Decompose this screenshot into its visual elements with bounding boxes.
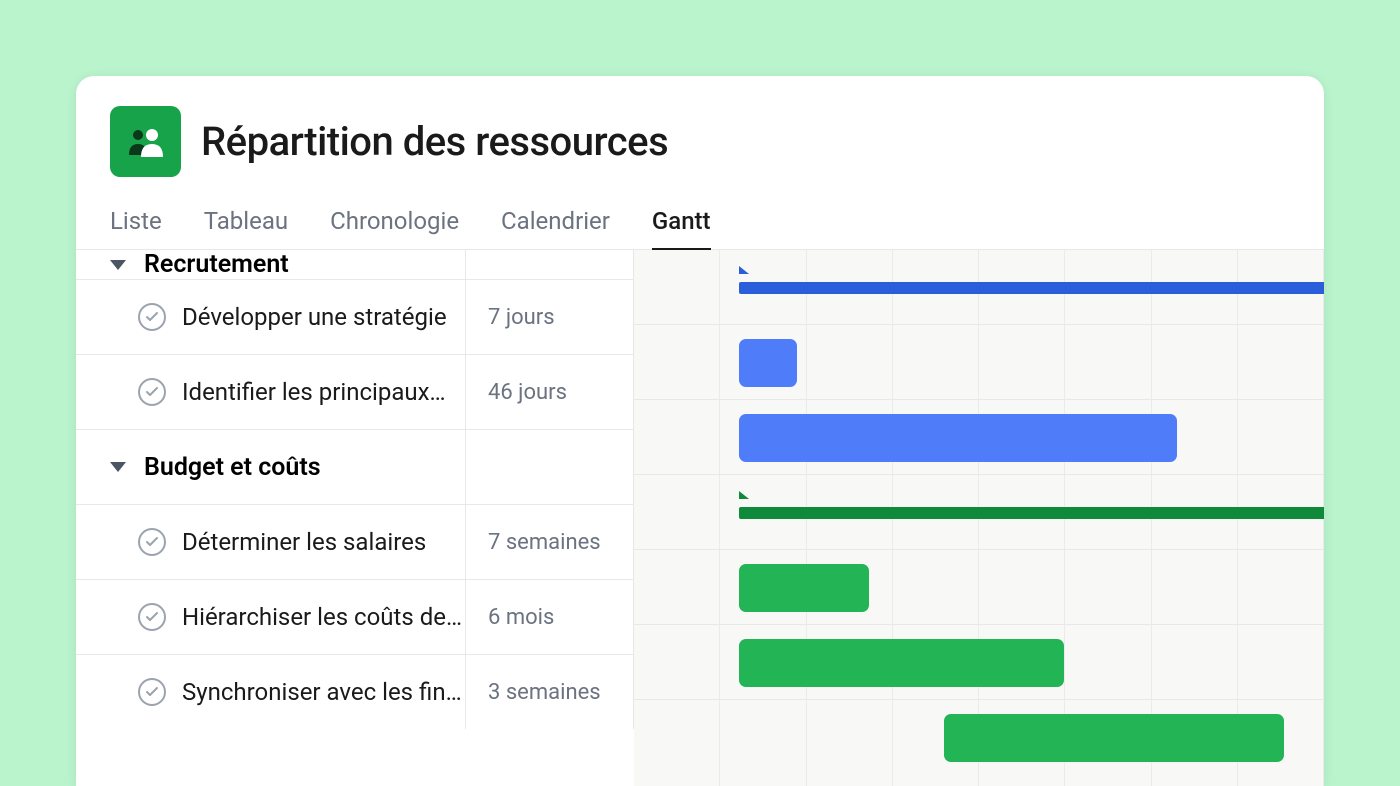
gantt-bar[interactable] <box>739 564 869 612</box>
duration-cell <box>466 430 634 504</box>
project-title: Répartition des ressources <box>201 118 668 165</box>
gantt-bar[interactable] <box>739 414 1177 462</box>
task-name: Déterminer les salaires <box>182 528 426 556</box>
tab-liste[interactable]: Liste <box>110 197 162 249</box>
gantt-task-row <box>634 550 1324 625</box>
duration-cell: 7 semaines <box>466 505 634 579</box>
task-row[interactable]: Identifier les principaux… 46 jours <box>76 354 634 429</box>
task-name: Synchroniser avec les fin… <box>182 678 462 706</box>
tab-calendrier[interactable]: Calendrier <box>501 197 610 249</box>
gantt-bar[interactable] <box>944 714 1284 762</box>
duration-cell: 7 jours <box>466 280 634 354</box>
task-row[interactable]: Développer une stratégie 7 jours <box>76 279 634 354</box>
header: Répartition des ressources <box>76 76 1324 197</box>
caret-down-icon[interactable] <box>110 462 126 472</box>
gantt-summary-bar[interactable] <box>739 282 1324 294</box>
app-window: Répartition des ressources Liste Tableau… <box>76 76 1324 786</box>
gantt-summary-row <box>634 475 1324 550</box>
task-row[interactable]: Déterminer les salaires 7 semaines <box>76 504 634 579</box>
gantt-task-row <box>634 625 1324 700</box>
check-circle-icon[interactable] <box>138 603 166 631</box>
gantt-task-row <box>634 325 1324 400</box>
content: Recrutement Développer une stratégie 7 j… <box>76 250 1324 786</box>
gantt-bar[interactable] <box>739 339 797 387</box>
task-row[interactable]: Hiérarchiser les coûts de… 6 mois <box>76 579 634 654</box>
task-name: Identifier les principaux… <box>182 378 446 406</box>
duration-cell: 3 semaines <box>466 655 634 729</box>
tab-tableau[interactable]: Tableau <box>204 197 288 249</box>
gantt-task-row <box>634 400 1324 475</box>
tab-chronologie[interactable]: Chronologie <box>330 197 459 249</box>
gantt-summary-bar[interactable] <box>739 507 1324 519</box>
task-name: Développer une stratégie <box>182 303 447 331</box>
caret-down-icon[interactable] <box>110 260 126 270</box>
gantt-summary-row <box>634 250 1324 325</box>
project-icon <box>110 106 181 177</box>
tabs: Liste Tableau Chronologie Calendrier Gan… <box>76 197 1324 250</box>
duration-cell <box>466 250 634 279</box>
gantt-bar[interactable] <box>739 639 1064 687</box>
check-circle-icon[interactable] <box>138 378 166 406</box>
task-table: Recrutement Développer une stratégie 7 j… <box>76 250 634 786</box>
check-circle-icon[interactable] <box>138 678 166 706</box>
gantt-task-row <box>634 700 1324 775</box>
duration-cell: 6 mois <box>466 580 634 654</box>
check-circle-icon[interactable] <box>138 303 166 331</box>
section-name[interactable]: Budget et coûts <box>144 453 321 482</box>
check-circle-icon[interactable] <box>138 528 166 556</box>
task-row[interactable]: Synchroniser avec les fin… 3 semaines <box>76 654 634 729</box>
tab-gantt[interactable]: Gantt <box>652 197 711 249</box>
task-name: Hiérarchiser les coûts de… <box>182 603 462 631</box>
people-icon <box>126 127 166 157</box>
gantt-chart[interactable] <box>634 250 1324 786</box>
section-name[interactable]: Recrutement <box>144 250 289 279</box>
duration-cell: 46 jours <box>466 355 634 429</box>
